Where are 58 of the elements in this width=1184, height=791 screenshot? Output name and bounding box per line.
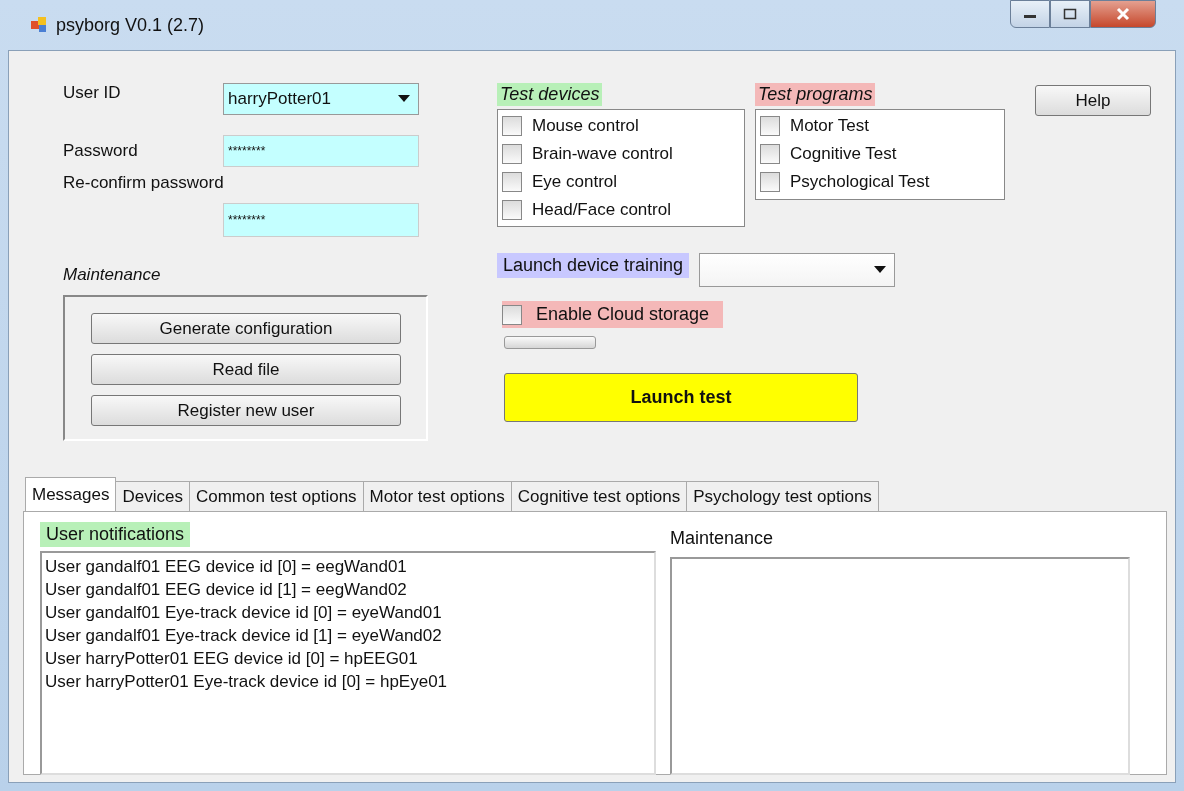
maximize-icon: [1063, 8, 1077, 20]
help-button[interactable]: Help: [1035, 85, 1151, 116]
close-icon: [1115, 7, 1131, 21]
test-programs-title: Test programs: [755, 83, 876, 106]
notification-item[interactable]: User gandalf01 Eye-track device id [1] = eyeWand02: [45, 624, 651, 647]
checkbox-label: Brain-wave control: [532, 144, 673, 164]
password-label: Password: [63, 141, 139, 161]
launch-test-button[interactable]: Launch test: [504, 373, 858, 422]
window-title: psyborg V0.1 (2.7): [56, 14, 205, 36]
device-training-dropdown[interactable]: [699, 253, 896, 287]
checkbox-label: Mouse control: [532, 116, 639, 136]
program-checkbox[interactable]: Cognitive Test: [760, 140, 1000, 168]
notification-item[interactable]: User gandalf01 Eye-track device id [0] = eyeWand01: [45, 601, 651, 624]
test-devices-title: Test devices: [497, 83, 603, 106]
checkbox[interactable]: [760, 144, 780, 164]
device-checkbox[interactable]: Brain-wave control: [502, 140, 740, 168]
user-notifications-title: User notifications: [40, 522, 191, 547]
close-button[interactable]: [1090, 0, 1156, 28]
checkbox[interactable]: [760, 172, 780, 192]
notification-item[interactable]: User gandalf01 EEG device id [0] = eegWand01: [45, 555, 651, 578]
checkbox[interactable]: [502, 172, 522, 192]
notification-item[interactable]: User gandalf01 EEG device id [1] = eegWand02: [45, 578, 651, 601]
reconfirm-label: Re-confirm password: [63, 173, 225, 193]
device-checkbox[interactable]: Eye control: [502, 168, 740, 196]
maximize-button[interactable]: [1050, 0, 1090, 28]
user-id-label: User ID: [63, 83, 122, 103]
reconfirm-password-field[interactable]: ********: [223, 203, 419, 237]
minimize-button[interactable]: [1010, 0, 1050, 28]
password-field[interactable]: ********: [223, 135, 419, 167]
checkbox-label: Cognitive Test: [790, 144, 897, 164]
checkbox[interactable]: [502, 200, 522, 220]
maintenance-button[interactable]: Read file: [91, 354, 401, 385]
checkbox[interactable]: [760, 116, 780, 136]
tab[interactable]: Psychology test options: [686, 481, 879, 511]
checkbox-label: Eye control: [532, 172, 618, 192]
checkbox-label: Motor Test: [790, 116, 870, 136]
maintenance-button[interactable]: Generate configuration: [91, 313, 401, 344]
caret-icon: [398, 95, 410, 103]
program-checkbox[interactable]: Psychological Test: [760, 168, 1000, 196]
checkbox-label: Head/Face control: [532, 200, 671, 220]
notification-item[interactable]: User harryPotter01 EEG device id [0] = hpEEG01: [45, 647, 651, 670]
checkbox[interactable]: [502, 116, 522, 136]
maintenance-log-title: Maintenance: [670, 528, 774, 549]
device-checkbox[interactable]: Mouse control: [502, 112, 740, 140]
tab[interactable]: Messages: [25, 477, 117, 511]
cloud-storage-label: Enable Cloud storage: [536, 304, 710, 325]
user-id-dropdown[interactable]: harryPotter01: [223, 83, 419, 115]
notification-item[interactable]: User harryPotter01 Eye-track device id [0] = hpEye01: [45, 670, 651, 693]
checkbox[interactable]: [502, 144, 522, 164]
checkbox-label: Psychological Test: [790, 172, 930, 192]
device-checkbox[interactable]: Head/Face control: [502, 196, 740, 224]
checkbox[interactable]: [502, 304, 522, 325]
app-icon: [30, 16, 48, 34]
device-training-label: Launch device training: [497, 253, 690, 278]
maintenance-title: Maintenance: [63, 265, 162, 285]
maintenance-button[interactable]: Register new user: [91, 395, 401, 426]
program-checkbox[interactable]: Motor Test: [760, 112, 1000, 140]
caret-icon: [874, 266, 887, 274]
